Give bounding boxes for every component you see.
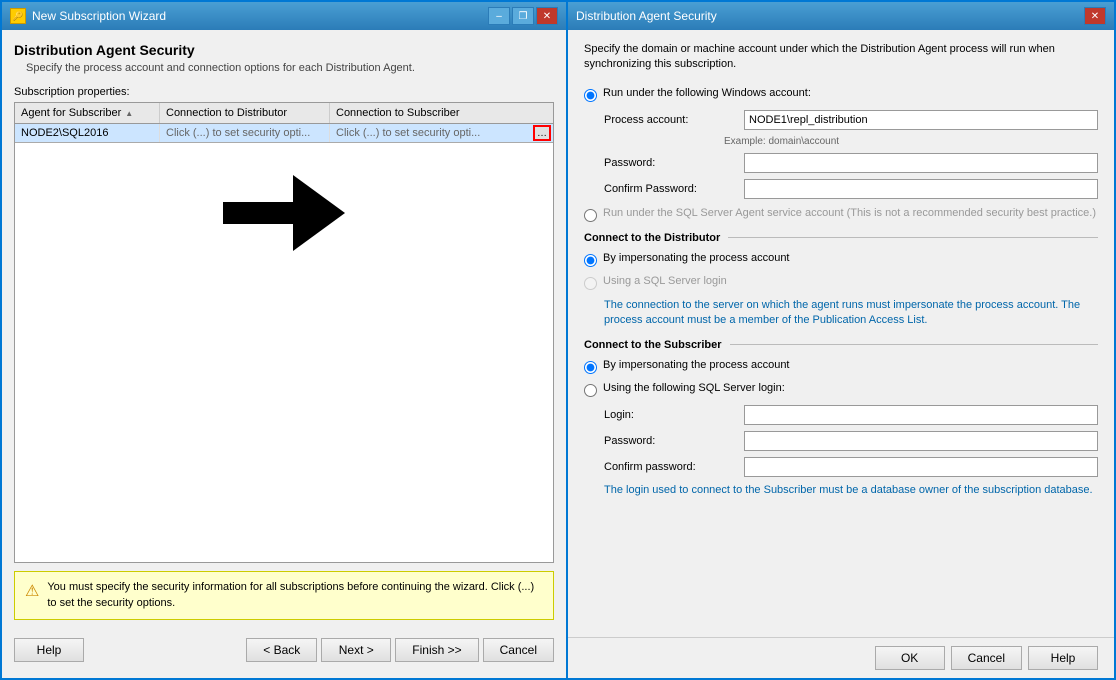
subscriber-rule (730, 344, 1098, 345)
sort-icon-agent: ▲ (125, 109, 133, 118)
windows-account-section: Run under the following Windows account:… (584, 87, 1098, 199)
process-account-row: Process account: (604, 110, 1098, 130)
right-bottom-buttons: OK Cancel Help (568, 637, 1114, 678)
cancel-right-button[interactable]: Cancel (951, 646, 1022, 670)
confirm-password-input[interactable] (744, 179, 1098, 199)
col-header-agent: Agent for Subscriber ▲ (15, 103, 160, 123)
confirm-password-sub-input[interactable] (744, 457, 1098, 477)
next-button[interactable]: Next > (321, 638, 391, 662)
confirm-password-label: Confirm Password: (604, 183, 744, 195)
sql-agent-label: Run under the SQL Server Agent service a… (603, 207, 1096, 219)
sql-agent-radio-row: Run under the SQL Server Agent service a… (584, 207, 1098, 222)
right-close-button[interactable]: ✕ (1084, 7, 1106, 25)
distributor-section: Connect to the Distributor By impersonat… (584, 232, 1098, 329)
finish-button[interactable]: Finish >> (395, 638, 478, 662)
back-button[interactable]: < Back (246, 638, 317, 662)
left-window: 🔑 New Subscription Wizard – ❐ ✕ Distribu… (0, 0, 568, 680)
left-window-title: New Subscription Wizard (32, 9, 166, 23)
section-subtitle: Specify the process account and connecti… (14, 62, 554, 74)
intro-text: Specify the domain or machine account un… (584, 42, 1098, 73)
minimize-button[interactable]: – (488, 7, 510, 25)
arrow-shaft (223, 202, 293, 224)
sql-login-subscriber-label: Using the following SQL Server login: (603, 382, 785, 394)
table-header: Agent for Subscriber ▲ Connection to Dis… (15, 103, 553, 124)
section-title: Distribution Agent Security (14, 42, 554, 58)
help-button[interactable]: Help (14, 638, 84, 662)
right-titlebar: Distribution Agent Security ✕ (568, 2, 1114, 30)
confirm-password-sub-row: Confirm password: (604, 457, 1098, 477)
warning-icon: ⚠ (25, 581, 39, 601)
warning-box: ⚠ You must specify the security informat… (14, 571, 554, 620)
table-row[interactable]: NODE2\SQL2016 Click (...) to set securit… (15, 124, 553, 143)
subscriber-section: Connect to the Subscriber By impersonati… (584, 339, 1098, 498)
password-sub-label: Password: (604, 435, 744, 447)
cancel-button[interactable]: Cancel (483, 638, 554, 662)
left-titlebar: 🔑 New Subscription Wizard – ❐ ✕ (2, 2, 566, 30)
window-icon: 🔑 (10, 8, 26, 24)
navigation-buttons: < Back Next > Finish >> Cancel (246, 638, 554, 662)
process-account-input[interactable] (744, 110, 1098, 130)
process-account-label: Process account: (604, 114, 744, 126)
distributor-header-line: Connect to the Distributor (584, 232, 1098, 244)
bottom-buttons: Help < Back Next > Finish >> Cancel (14, 630, 554, 666)
sql-login-subscriber-radio-row: Using the following SQL Server login: (584, 382, 1098, 397)
cell-subscriber: Click (...) to set security opti... … (330, 124, 553, 142)
warning-text: You must specify the security informatio… (47, 580, 543, 611)
impersonate-distributor-radio-row: By impersonating the process account (584, 252, 1098, 267)
sql-login-subscriber-radio[interactable] (584, 384, 597, 397)
impersonate-subscriber-label: By impersonating the process account (603, 359, 790, 371)
right-window: Distribution Agent Security ✕ Specify th… (568, 0, 1116, 680)
arrow-head (293, 175, 345, 251)
password-sub-input[interactable] (744, 431, 1098, 451)
arrow-area (15, 143, 553, 283)
cell-distributor: Click (...) to set security opti... (160, 124, 330, 142)
right-window-content: Specify the domain or machine account un… (568, 30, 1114, 637)
titlebar-left: 🔑 New Subscription Wizard (10, 8, 166, 24)
impersonate-distributor-radio[interactable] (584, 254, 597, 267)
right-window-title: Distribution Agent Security (576, 9, 717, 23)
ok-button[interactable]: OK (875, 646, 945, 670)
confirm-password-row: Confirm Password: (604, 179, 1098, 199)
confirm-password-sub-label: Confirm password: (604, 461, 744, 473)
password-row: Password: (604, 153, 1098, 173)
subscriber-header-line: Connect to the Subscriber (584, 339, 1098, 351)
impersonate-distributor-label: By impersonating the process account (603, 252, 790, 264)
close-button[interactable]: ✕ (536, 7, 558, 25)
password-input[interactable] (744, 153, 1098, 173)
distributor-rule (728, 237, 1098, 238)
help-right-button[interactable]: Help (1028, 646, 1098, 670)
titlebar-controls: – ❐ ✕ (488, 7, 558, 25)
ellipsis-button[interactable]: … (533, 125, 551, 141)
sql-agent-radio[interactable] (584, 209, 597, 222)
impersonate-subscriber-radio[interactable] (584, 361, 597, 374)
login-input[interactable] (744, 405, 1098, 425)
col-header-subscriber: Connection to Subscriber (330, 103, 553, 123)
distributor-info-text: The connection to the server on which th… (604, 298, 1098, 329)
col-header-distributor: Connection to Distributor (160, 103, 330, 123)
login-row: Login: (604, 405, 1098, 425)
password-sub-row: Password: (604, 431, 1098, 451)
sql-login-distributor-radio[interactable] (584, 277, 597, 290)
login-label: Login: (604, 409, 744, 421)
sql-login-distributor-label: Using a SQL Server login (603, 275, 727, 287)
table-label: Subscription properties: (14, 86, 554, 98)
password-label: Password: (604, 157, 744, 169)
windows-account-radio-row: Run under the following Windows account: (584, 87, 1098, 102)
cell-agent: NODE2\SQL2016 (15, 124, 160, 142)
sql-login-distributor-radio-row: Using a SQL Server login (584, 275, 1098, 290)
process-account-hint: Example: domain\account (724, 136, 1098, 147)
subscriber-header-text: Connect to the Subscriber (584, 339, 730, 351)
windows-account-label: Run under the following Windows account: (603, 87, 811, 99)
restore-button[interactable]: ❐ (512, 7, 534, 25)
right-arrow (223, 175, 345, 251)
impersonate-subscriber-radio-row: By impersonating the process account (584, 359, 1098, 374)
windows-account-radio[interactable] (584, 89, 597, 102)
left-window-content: Distribution Agent Security Specify the … (2, 30, 566, 678)
distributor-header-text: Connect to the Distributor (584, 232, 728, 244)
subscription-table: Agent for Subscriber ▲ Connection to Dis… (14, 102, 554, 563)
subscriber-info-text: The login used to connect to the Subscri… (604, 483, 1098, 498)
